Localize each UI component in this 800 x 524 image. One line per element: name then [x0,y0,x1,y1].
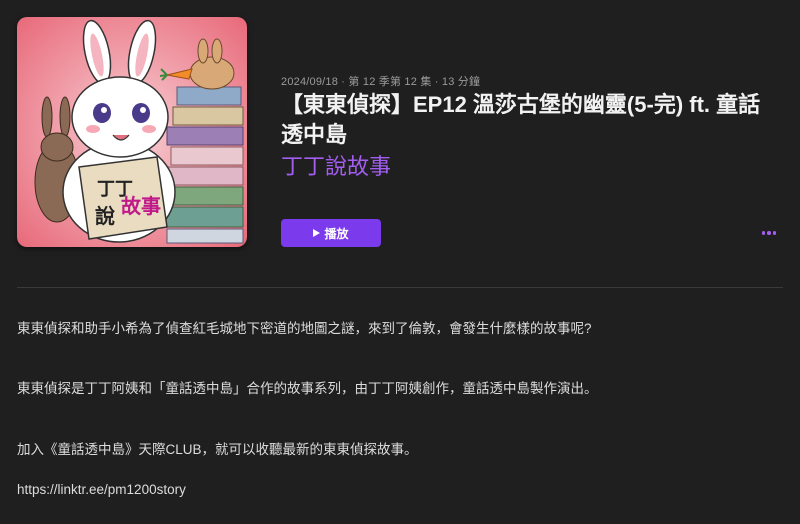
more-horizontal-icon-dot-2 [767,231,771,235]
play-icon [313,229,321,237]
held-book: 丁丁 說 故事 [78,156,168,240]
show-name-link[interactable]: 丁丁說故事 [281,152,391,182]
more-horizontal-icon-dot-3 [772,231,777,235]
description-paragraph-2: 東東偵探是丁丁阿姨和「童話透中島」合作的故事系列，由丁丁阿姨創作，童話透中島製作… [17,381,598,396]
episode-page: 丁丁 說 故事 2024/09/18 · 第 12 季第 12 集 · 13 分… [0,0,800,524]
play-button[interactable]: 播放 [281,219,381,247]
podcast-artwork: 丁丁 說 故事 [17,17,247,247]
book-title-shuo: 說 [95,204,115,228]
more-horizontal-icon [761,231,766,235]
description-link[interactable]: https://linktr.ee/pm1200story [17,482,186,497]
more-options-button[interactable] [756,222,782,244]
book-title-gushi: 故事 [121,194,161,218]
divider [17,287,783,288]
episode-title: 【東東偵探】EP12 溫莎古堡的幽靈(5-完) ft. 童話透中島 [281,92,761,147]
play-label: 播放 [324,226,349,241]
description-paragraph-3: 加入《童話透中島》天際CLUB，就可以收聽最新的東東偵探故事。 [17,442,418,457]
description-paragraph-1: 東東偵探和助手小希為了偵查紅毛城地下密道的地圖之謎，來到了倫敦，會發生什麼樣的故… [17,321,592,336]
episode-meta: 2024/09/18 · 第 12 季第 12 集 · 13 分鐘 [281,76,481,88]
book-stack [162,86,244,244]
